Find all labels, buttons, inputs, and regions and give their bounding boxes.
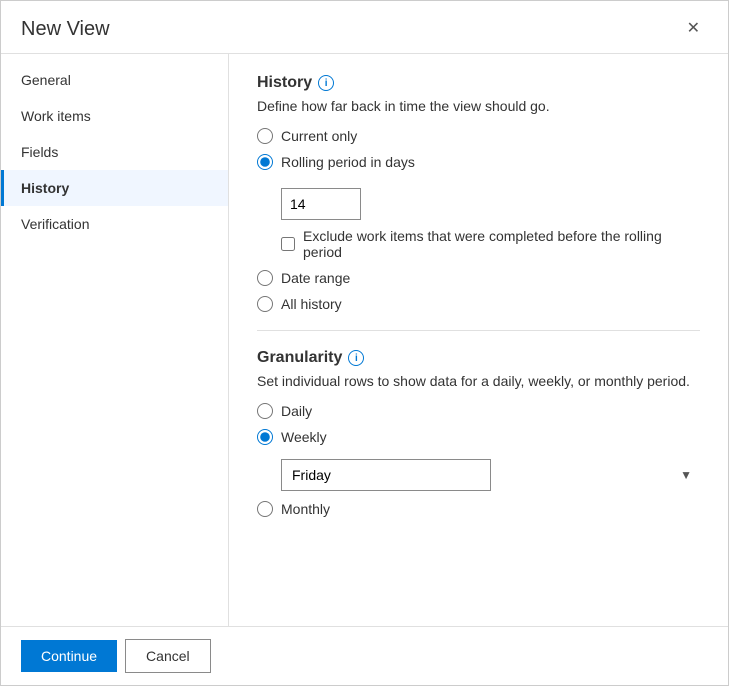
- granularity-description: Set individual rows to show data for a d…: [257, 373, 700, 389]
- new-view-dialog: New View ✕ General Work items Fields His…: [0, 0, 729, 686]
- history-description: Define how far back in time the view sho…: [257, 98, 700, 114]
- granularity-section: Granularity i Set individual rows to sho…: [257, 349, 700, 517]
- sidebar-item-verification[interactable]: Verification: [1, 206, 228, 242]
- exclude-label: Exclude work items that were completed b…: [303, 228, 700, 260]
- history-option-all-history[interactable]: All history: [257, 296, 700, 312]
- sidebar-item-work-items[interactable]: Work items: [1, 98, 228, 134]
- sidebar-item-history[interactable]: History: [1, 170, 228, 206]
- granularity-radio-monthly[interactable]: [257, 501, 273, 517]
- week-start-wrapper: Monday Tuesday Wednesday Thursday Friday…: [281, 459, 700, 491]
- exclude-checkbox-item[interactable]: Exclude work items that were completed b…: [281, 228, 700, 260]
- granularity-radio-weekly[interactable]: [257, 429, 273, 445]
- history-radio-date-range[interactable]: [257, 270, 273, 286]
- dialog-title: New View: [21, 18, 110, 41]
- dialog-body: General Work items Fields History Verifi…: [1, 54, 728, 626]
- rolling-days-input[interactable]: [281, 188, 361, 220]
- cancel-button[interactable]: Cancel: [125, 639, 211, 673]
- close-button[interactable]: ✕: [679, 17, 708, 41]
- history-title: History: [257, 74, 312, 92]
- granularity-title: Granularity: [257, 349, 342, 367]
- history-options: Current only Rolling period in days Excl…: [257, 128, 700, 312]
- history-section-header: History i: [257, 74, 700, 92]
- main-content: History i Define how far back in time th…: [229, 54, 728, 626]
- granularity-option-daily[interactable]: Daily: [257, 403, 700, 419]
- history-radio-rolling-period[interactable]: [257, 154, 273, 170]
- history-option-rolling-period[interactable]: Rolling period in days: [257, 154, 700, 170]
- weekly-label: Weekly: [281, 429, 327, 445]
- history-radio-current-only[interactable]: [257, 128, 273, 144]
- daily-label: Daily: [281, 403, 312, 419]
- granularity-option-monthly[interactable]: Monthly: [257, 501, 700, 517]
- sidebar: General Work items Fields History Verifi…: [1, 54, 229, 626]
- rolling-period-options: Exclude work items that were completed b…: [281, 188, 700, 260]
- sidebar-item-general[interactable]: General: [1, 62, 228, 98]
- granularity-info-icon[interactable]: i: [348, 350, 364, 366]
- granularity-option-weekly[interactable]: Weekly: [257, 429, 700, 445]
- granularity-options: Daily Weekly Monday Tuesday Wednesday: [257, 403, 700, 517]
- sidebar-item-fields[interactable]: Fields: [1, 134, 228, 170]
- history-radio-all-history[interactable]: [257, 296, 273, 312]
- section-divider: [257, 330, 700, 331]
- dialog-footer: Continue Cancel: [1, 626, 728, 685]
- select-chevron-icon: ▼: [680, 468, 692, 482]
- history-info-icon[interactable]: i: [318, 75, 334, 91]
- all-history-label: All history: [281, 296, 342, 312]
- week-start-select[interactable]: Monday Tuesday Wednesday Thursday Friday…: [281, 459, 491, 491]
- current-only-label: Current only: [281, 128, 357, 144]
- date-range-label: Date range: [281, 270, 350, 286]
- exclude-checkbox[interactable]: [281, 237, 295, 251]
- monthly-label: Monthly: [281, 501, 330, 517]
- history-option-current-only[interactable]: Current only: [257, 128, 700, 144]
- rolling-period-label: Rolling period in days: [281, 154, 415, 170]
- granularity-section-header: Granularity i: [257, 349, 700, 367]
- dialog-header: New View ✕: [1, 1, 728, 54]
- granularity-radio-daily[interactable]: [257, 403, 273, 419]
- history-option-date-range[interactable]: Date range: [257, 270, 700, 286]
- continue-button[interactable]: Continue: [21, 640, 117, 672]
